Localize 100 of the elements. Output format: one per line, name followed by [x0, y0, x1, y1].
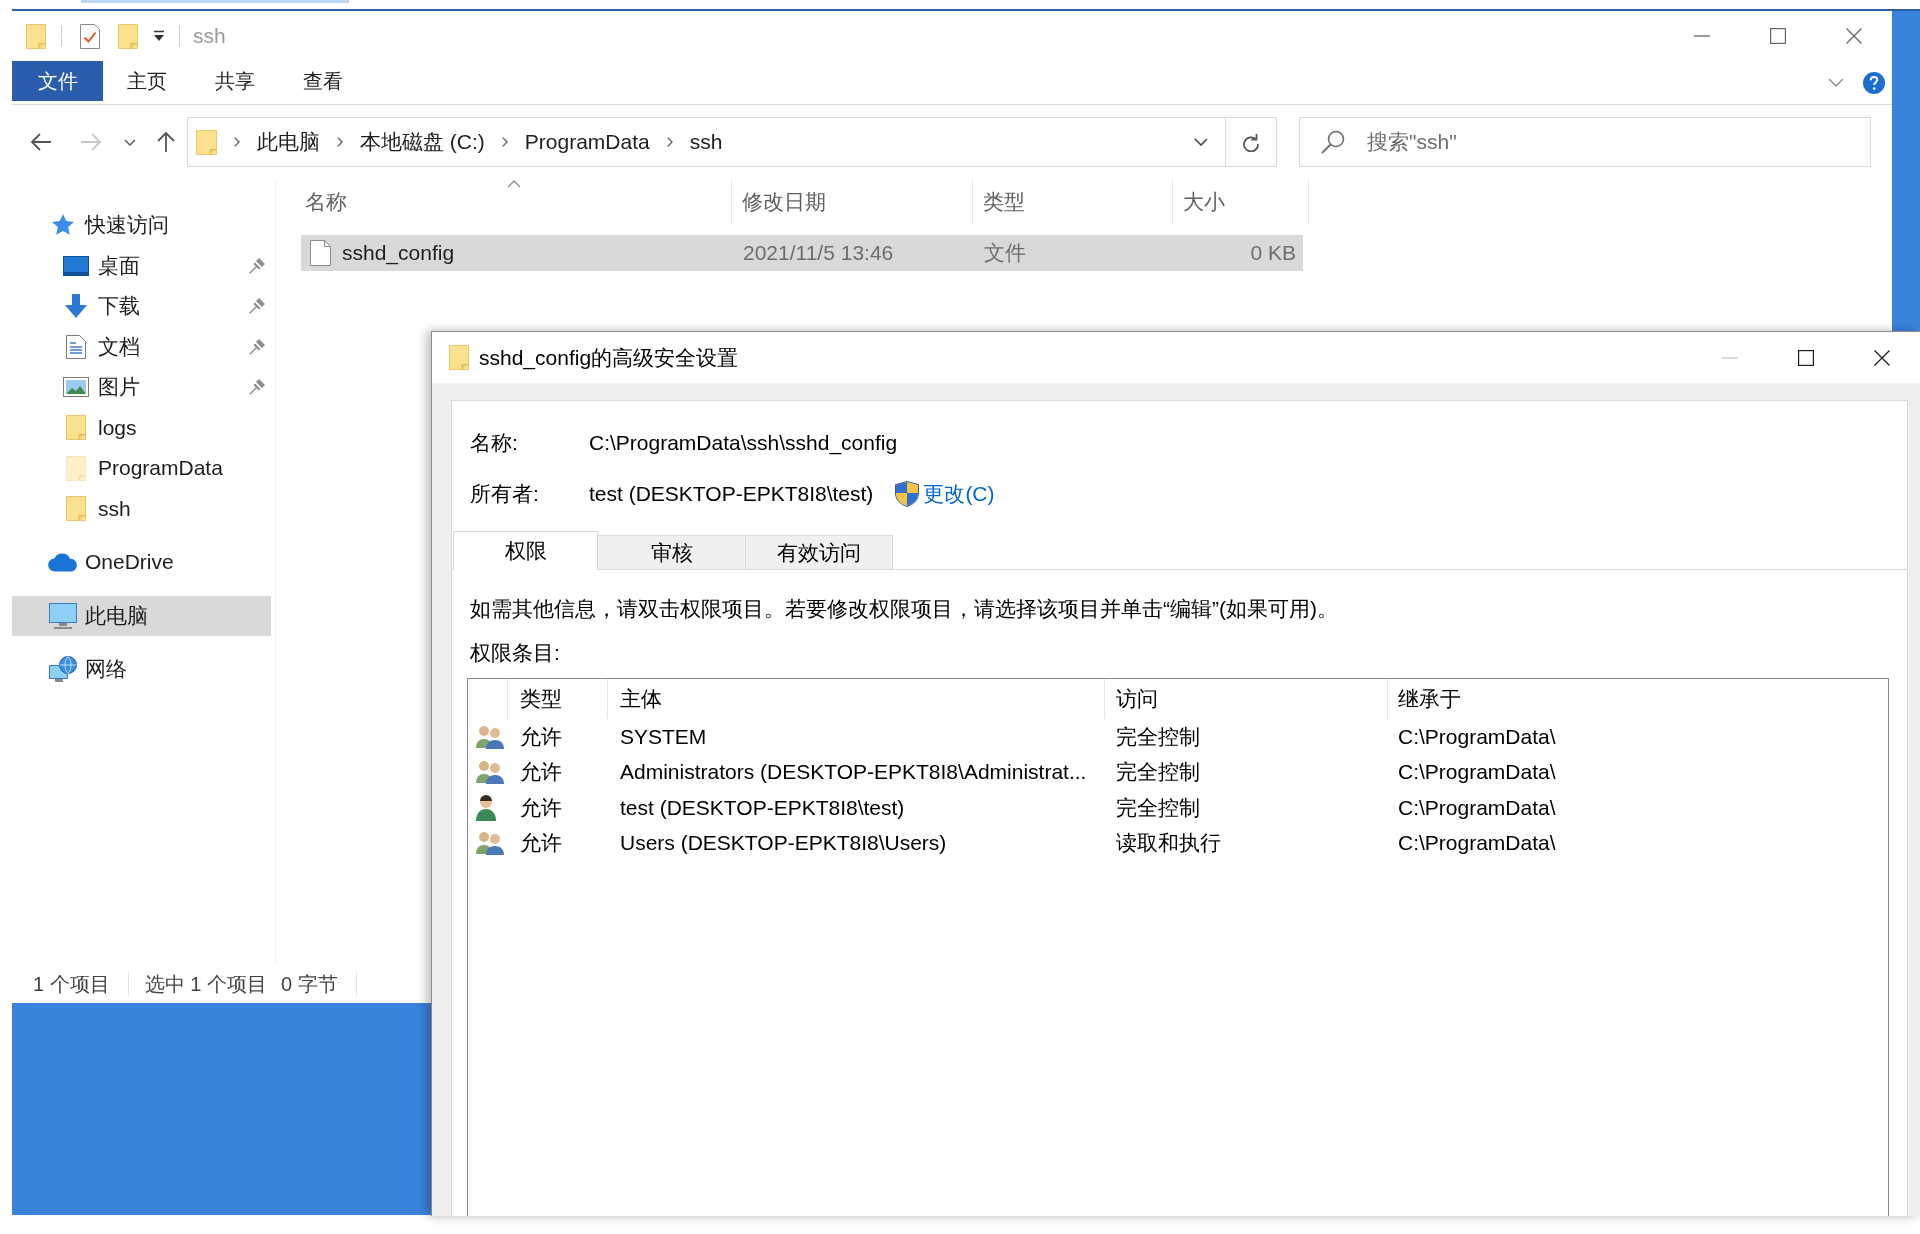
dialog-title: sshd_config的高级安全设置 — [479, 344, 739, 372]
permission-row[interactable]: 允许 test (DESKTOP-EPKT8I8\test) 完全控制 C:\ProgramData\ — [468, 790, 1888, 826]
entry-type: 允许 — [520, 794, 562, 821]
computer-icon — [49, 602, 77, 629]
arrow-left-icon[interactable] — [30, 133, 52, 151]
ribbon-tab[interactable]: 查看 — [279, 61, 367, 101]
permission-row[interactable]: 允许 Users (DESKTOP-EPKT8I8\Users) 读取和执行 C:\ProgramData\ — [468, 825, 1888, 861]
tab[interactable]: 权限 — [453, 531, 598, 570]
ribbon-tab[interactable]: 共享 — [191, 61, 279, 101]
principal: SYSTEM — [620, 724, 707, 749]
sidebar-item[interactable]: logs — [12, 407, 271, 448]
principal: test (DESKTOP-EPKT8I8\test) — [620, 795, 905, 820]
column-header[interactable]: 访问 — [1105, 679, 1388, 719]
inherited-from: C:\ProgramData\ — [1398, 724, 1556, 749]
column-header[interactable]: 修改日期 — [732, 180, 973, 224]
address-bar[interactable]: 此电脑 本地磁盘 (C:) ProgramData ssh — [187, 117, 1277, 167]
sidebar-item[interactable]: OneDrive — [12, 542, 271, 583]
chevron-right-icon[interactable] — [501, 137, 508, 147]
tab[interactable]: 有效访问 — [745, 535, 893, 569]
sidebar-item[interactable]: ProgramData — [12, 448, 271, 489]
maximize-icon[interactable] — [1798, 349, 1814, 366]
column-header[interactable]: 继承于 — [1388, 679, 1888, 719]
inherited-from: C:\ProgramData\ — [1398, 795, 1556, 820]
breadcrumb[interactable]: ssh — [689, 130, 723, 154]
group-icon — [476, 760, 504, 785]
sidebar-item[interactable]: 下载 — [12, 286, 271, 327]
file-row[interactable]: sshd_config 2021/11/5 13:46 文件 0 KB — [301, 235, 1303, 271]
cloud-icon — [48, 552, 78, 573]
access-level: 完全控制 — [1116, 723, 1200, 750]
field-value: C:\ProgramData\ssh\sshd_config — [589, 431, 898, 455]
window-title: ssh — [193, 24, 226, 48]
sidebar-item[interactable]: 此电脑 — [12, 595, 271, 636]
field-value: test (DESKTOP-EPKT8I8\test) — [589, 482, 874, 506]
field-label: 名称: — [470, 430, 519, 456]
arrow-up-icon[interactable] — [157, 131, 175, 153]
status-text: 1 个项目 — [33, 972, 110, 996]
field-label: 所有者: — [470, 481, 540, 507]
tab[interactable]: 审核 — [597, 535, 746, 569]
chevron-right-icon[interactable] — [666, 137, 673, 147]
hint-text: 如需其他信息，请双击权限项目。若要修改权限项目，请选择该项目并单击“编辑”(如果可用)。 — [469, 596, 1338, 622]
chevron-right-icon[interactable] — [234, 137, 240, 147]
refresh-icon[interactable] — [1242, 132, 1260, 152]
chevron-down-icon[interactable] — [124, 138, 136, 146]
sidebar-item[interactable]: 文档 — [12, 326, 271, 367]
column-header[interactable]: 类型 — [973, 180, 1173, 224]
file-name: sshd_config — [342, 241, 455, 265]
entry-type: 允许 — [520, 830, 562, 857]
chevron-down-icon[interactable] — [1194, 138, 1208, 146]
pin-icon[interactable] — [249, 257, 265, 274]
sidebar-item[interactable]: 网络 — [12, 649, 271, 690]
breadcrumb[interactable]: 本地磁盘 (C:) — [360, 128, 485, 156]
search-icon — [1321, 130, 1345, 154]
principal: Administrators (DESKTOP-EPKT8I8\Administrat... — [620, 760, 1087, 785]
column-header[interactable]: 主体 — [608, 679, 1105, 719]
sidebar-item[interactable]: 图片 — [12, 367, 271, 408]
permission-row[interactable]: 允许 SYSTEM 完全控制 C:\ProgramData\ — [468, 719, 1888, 755]
breadcrumb[interactable]: ProgramData — [524, 130, 650, 154]
chevron-right-icon[interactable] — [337, 137, 343, 147]
sidebar-item[interactable]: ssh — [12, 488, 271, 529]
access-level: 完全控制 — [1116, 794, 1200, 821]
help-icon[interactable] — [1863, 71, 1885, 94]
inherited-from: C:\ProgramData\ — [1398, 760, 1556, 785]
star-icon — [51, 213, 75, 238]
properties-icon[interactable] — [80, 23, 100, 49]
pin-icon[interactable] — [249, 298, 265, 315]
sidebar-item[interactable]: 桌面 — [12, 245, 271, 286]
file-menu-button[interactable]: 文件 — [12, 61, 103, 101]
column-header[interactable]: 类型 — [508, 679, 608, 719]
shield-icon — [895, 481, 920, 507]
file-size: 0 KB — [1250, 241, 1296, 265]
access-level: 读取和执行 — [1116, 830, 1221, 857]
file-icon — [310, 240, 331, 266]
sidebar-item[interactable]: 快速访问 — [12, 205, 271, 246]
access-level: 完全控制 — [1116, 759, 1200, 786]
modified-date: 2021/11/5 13:46 — [743, 241, 894, 265]
column-header[interactable]: 大小 — [1173, 180, 1309, 224]
folder-icon — [196, 129, 217, 155]
change-owner-link[interactable]: 更改(C) — [923, 480, 995, 508]
ribbon-tab[interactable]: 主页 — [103, 61, 191, 101]
search-field[interactable]: 搜索"ssh" — [1299, 117, 1871, 167]
user-icon — [476, 794, 496, 821]
pin-icon[interactable] — [249, 338, 265, 355]
status-text: 选中 1 个项目 — [144, 972, 267, 996]
inherited-from: C:\ProgramData\ — [1398, 831, 1556, 856]
network-icon — [49, 656, 77, 683]
entry-type: 允许 — [520, 759, 562, 786]
close-icon[interactable] — [1874, 349, 1890, 366]
breadcrumb[interactable]: 此电脑 — [257, 128, 320, 156]
group-icon — [476, 724, 504, 749]
dropdown-icon[interactable] — [153, 30, 165, 42]
group-icon — [476, 831, 504, 856]
entry-type: 允许 — [520, 723, 562, 750]
file-type: 文件 — [984, 240, 1026, 266]
permission-row[interactable]: 允许 Administrators (DESKTOP-EPKT8I8\Administrat... 完全控制 C:\ProgramData\ — [468, 754, 1888, 790]
status-text: 0 字节 — [280, 972, 338, 996]
principal: Users (DESKTOP-EPKT8I8\Users) — [620, 831, 947, 856]
column-header[interactable]: 名称 — [301, 180, 732, 224]
folder-icon — [449, 345, 469, 370]
pin-icon[interactable] — [249, 379, 265, 396]
section-label: 权限条目: — [469, 640, 560, 666]
